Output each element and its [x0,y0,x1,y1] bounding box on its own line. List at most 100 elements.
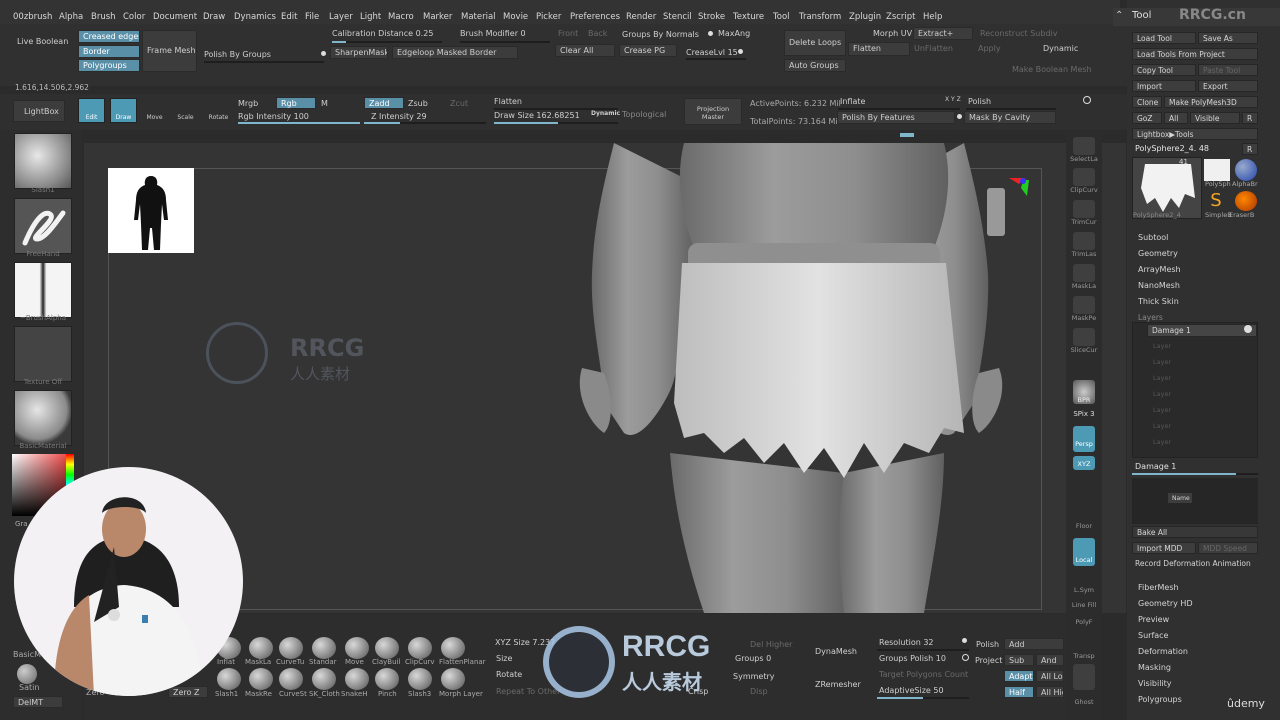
polish-by-features-button[interactable]: Polish By Features [837,111,955,124]
brush-icon[interactable] [345,637,369,659]
live-boolean-button[interactable]: Live Boolean [17,37,68,46]
make-polymesh3d-button[interactable]: Make PolyMesh3D [1164,96,1258,108]
current-tool-thumbnail[interactable] [1132,157,1202,219]
edit-button[interactable]: Edit [78,98,105,123]
calibration-distance-slider[interactable]: Calibration Distance 0.25 [332,29,433,38]
groups-slider[interactable]: Groups 0 [735,654,771,663]
menu-item[interactable]: Zscript [886,12,916,22]
rotate-slider[interactable]: Rotate [496,670,522,679]
alphabrush-thumbnail[interactable] [1235,159,1257,181]
load-tool-button[interactable]: Load Tool [1132,32,1196,44]
brush-icon[interactable] [408,668,432,690]
menu-item[interactable]: Alpha [59,12,83,22]
sharpen-mask-button[interactable]: SharpenMask [330,46,388,59]
dynamic-button[interactable]: Dynamic [1043,44,1078,53]
r-button[interactable]: R [1242,143,1258,155]
brush-icon[interactable] [441,637,465,659]
brush-icon[interactable] [408,637,432,659]
polish-circle[interactable] [962,654,969,661]
brush-modifier-slider[interactable]: Brush Modifier 0 [460,29,526,38]
polish-slider[interactable]: Polish [968,97,991,106]
brush-icon[interactable] [312,668,336,690]
layer-rec-icon[interactable] [1244,325,1252,333]
adapt-button[interactable]: Adapt [1004,670,1034,682]
brush-icon[interactable] [375,668,399,690]
selectlasso-icon[interactable] [1073,137,1095,155]
groups-by-normals-button[interactable]: Groups By Normals [622,30,699,39]
layer-row[interactable]: Layer [1153,374,1171,382]
ghost-icon[interactable] [1073,664,1095,690]
preview-section[interactable]: Preview [1138,615,1169,624]
topological-toggle[interactable]: Topological [622,110,666,119]
reference-image[interactable] [108,168,194,253]
brush-modifier-track[interactable] [460,41,550,43]
crease-dot[interactable] [738,49,743,54]
menu-item[interactable]: Movie [503,12,528,22]
polish-track[interactable] [966,108,1056,110]
resolution-slider[interactable]: Resolution 32 [879,638,934,647]
menu-item[interactable]: 00zbrush [13,12,52,22]
masklasso-icon[interactable] [1073,264,1095,282]
polish-by-groups-toggle[interactable]: Polish By Groups [204,50,271,59]
menu-item[interactable]: Material [461,12,496,22]
collapse-icon[interactable]: ⌃ [1115,10,1123,21]
menu-item[interactable]: Light [360,12,381,22]
maxang-slider[interactable]: MaxAng [718,29,750,38]
perspective-button[interactable] [1073,426,1095,452]
rotate-button[interactable]: Rotate [205,98,232,123]
flatten-button[interactable]: Flatten [848,42,910,56]
lsym-button[interactable]: L.Sym [1070,586,1098,594]
floor-button[interactable]: Floor [1070,522,1098,530]
brush-icon[interactable] [441,668,465,690]
disp-button[interactable]: Disp [750,687,768,696]
visibility-section[interactable]: Visibility [1138,679,1172,688]
lightbox-button[interactable]: LightBox [13,100,65,122]
visible-button[interactable]: Visible [1190,112,1240,124]
target-polygons-slider[interactable]: Target Polygons Count [879,670,968,679]
delete-loops-button[interactable]: Delete Loops [784,30,846,56]
all-high-button[interactable]: All High [1036,686,1064,698]
navigation-gizmo[interactable] [979,178,1029,253]
reconstruct-subdiv-button[interactable]: Reconstruct Subdiv [980,29,1058,38]
texture-thumbnail[interactable] [14,326,72,382]
brush-icon[interactable] [312,637,336,659]
sub-button[interactable]: Sub [1004,654,1034,666]
brush-icon[interactable] [345,668,369,690]
menu-item[interactable]: Zplugin [849,12,881,22]
bake-all-button[interactable]: Bake All [1132,526,1258,538]
polygroups-button[interactable]: Polygroups [78,59,140,72]
layer-strength-slider[interactable]: Damage 1 [1135,462,1176,471]
brush-icon[interactable] [249,668,273,690]
import-button[interactable]: Import [1132,80,1196,92]
delmt-button[interactable]: DelMT [13,696,63,708]
nanomesh-section[interactable]: NanoMesh [1138,281,1180,290]
border-button[interactable]: Border [78,45,140,58]
layer-row[interactable]: Layer [1153,422,1171,430]
menu-item[interactable]: Color [123,12,145,22]
layer-row[interactable]: Layer [1153,438,1171,446]
active-layer-row[interactable]: Damage 1 [1147,324,1257,337]
projection-master-button[interactable]: Projection Master [684,98,742,125]
menu-item[interactable]: Picker [536,12,561,22]
layer-row[interactable]: Layer [1153,342,1171,350]
thick-skin-section[interactable]: Thick Skin [1138,297,1179,306]
calibration-track[interactable] [332,41,442,43]
menu-item[interactable]: Help [923,12,942,22]
menu-item[interactable]: Transform [799,12,841,22]
menu-item[interactable]: Document [153,12,197,22]
resolution-track[interactable] [877,649,969,651]
size-slider[interactable]: Size [496,654,512,663]
inflate-slider[interactable]: Inflate [840,97,865,106]
zero-z-button[interactable]: Zero Z [168,686,208,698]
brush-icon[interactable] [217,668,241,690]
polish-slider[interactable] [204,61,324,63]
eraserbrush-icon[interactable] [1235,191,1257,211]
polish-features-dot[interactable] [957,114,962,119]
menu-item[interactable]: Layer [329,12,353,22]
dynamesh-button[interactable]: DynaMesh [815,647,857,656]
material-thumbnail[interactable] [14,390,72,446]
slicecurve-icon[interactable] [1073,328,1095,346]
linefill-button[interactable]: Line Fill [1070,601,1098,609]
del-higher-button[interactable]: Del Higher [750,640,792,649]
ghost-button[interactable]: Ghost [1070,698,1098,706]
